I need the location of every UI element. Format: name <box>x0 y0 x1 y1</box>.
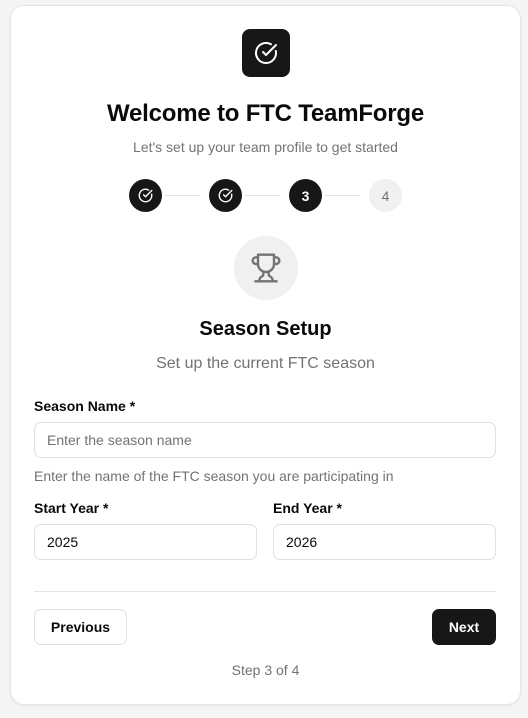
page-title: Welcome to FTC TeamForge <box>106 100 425 127</box>
season-name-label: Season Name * <box>34 398 136 414</box>
step-connector <box>325 195 361 196</box>
check-circle-icon <box>255 41 277 64</box>
step-2-complete <box>209 179 242 212</box>
app-logo <box>242 29 290 77</box>
page-subtitle: Let's set up your team profile to get st… <box>133 139 398 155</box>
previous-button[interactable]: Previous <box>34 609 127 645</box>
season-name-hint: Enter the name of the FTC season you are… <box>34 468 394 484</box>
season-name-input[interactable] <box>34 422 496 458</box>
check-circle-icon <box>218 188 233 203</box>
form-divider <box>34 591 496 592</box>
step-3-current: 3 <box>289 179 322 212</box>
step-connector <box>165 195 201 196</box>
step-connector <box>245 195 281 196</box>
section-icon-badge <box>234 236 298 300</box>
step-4-pending: 4 <box>369 179 402 212</box>
end-year-label: End Year * <box>273 500 343 516</box>
check-circle-icon <box>138 188 153 203</box>
trophy-icon <box>251 253 281 283</box>
section-subtitle: Set up the current FTC season <box>156 355 375 372</box>
section-title: Season Setup <box>199 318 332 340</box>
start-year-input[interactable] <box>34 524 257 560</box>
step-1-complete <box>129 179 162 212</box>
step-indicator-text: Step 3 of 4 <box>231 662 300 678</box>
progress-stepper: 3 4 <box>11 179 520 213</box>
start-year-label: Start Year * <box>34 500 109 516</box>
onboarding-card: Welcome to FTC TeamForge Let's set up yo… <box>10 5 521 705</box>
next-button[interactable]: Next <box>432 609 496 645</box>
end-year-input[interactable] <box>273 524 496 560</box>
